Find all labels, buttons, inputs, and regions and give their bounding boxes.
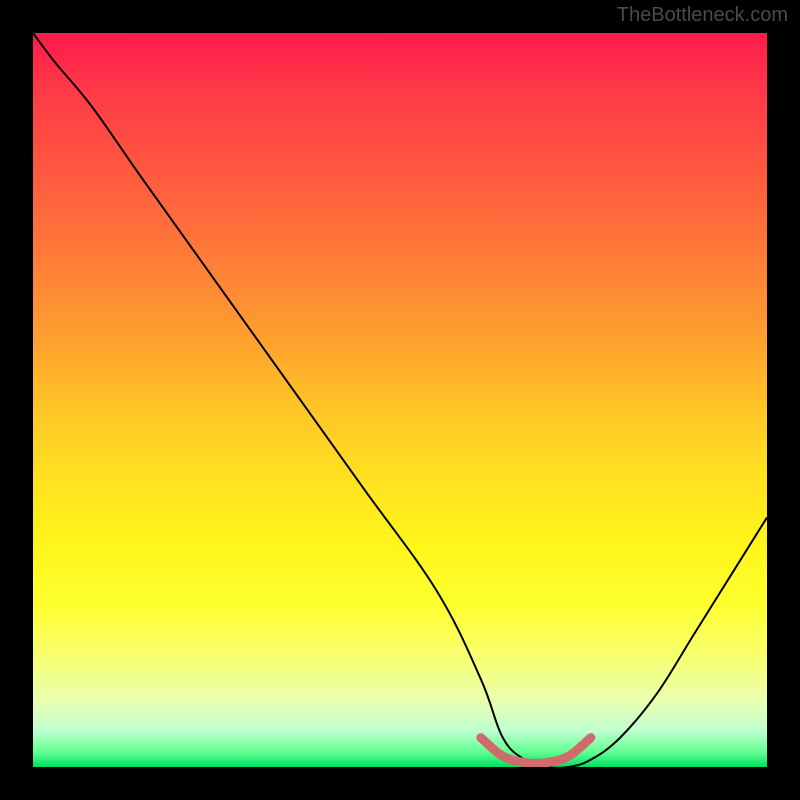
chart-svg (33, 33, 767, 767)
chart-area (33, 33, 767, 767)
bottleneck-curve-path (33, 33, 767, 767)
watermark-text: TheBottleneck.com (617, 4, 788, 27)
highlight-segment-path (481, 738, 591, 764)
